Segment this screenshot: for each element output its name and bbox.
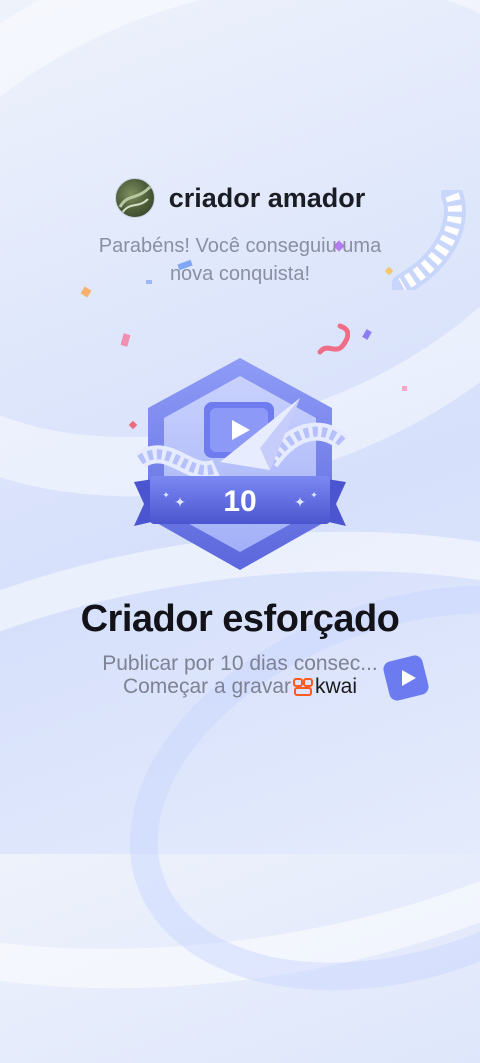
svg-text:✦: ✦ [174,494,186,510]
kwai-logo-icon [293,677,314,696]
congrats-line-2: nova conquista! [169,263,311,285]
kwai-brand-text: kwai [315,675,358,698]
user-header: criador amador [0,178,480,218]
achievement-description: Publicar por 10 dias consec... Começar a… [60,652,420,698]
badge-number: 10 [223,485,256,518]
svg-text:✦: ✦ [310,490,318,500]
achievement-title: Criador esforçado [80,598,400,640]
confetti [362,329,372,340]
congrats-message: Parabéns! Você conseguiu uma nova conqui… [60,232,420,288]
record-cta-label: Começar a gravar [122,675,292,698]
confetti [80,286,92,298]
svg-text:✦: ✦ [162,490,170,500]
congrats-line-1: Parabéns! Você conseguiu uma [98,235,382,257]
username: criador amador [168,182,366,213]
avatar[interactable] [114,178,155,218]
svg-text:✦: ✦ [294,494,306,510]
confetti [402,386,407,391]
kwai-logo: kwai [293,675,357,698]
achievement-badge-icon: 10 ✦ ✦ ✦ ✦ [134,358,349,570]
record-cta[interactable]: Começar a gravar kwai [60,675,420,698]
confetti [120,333,131,347]
achievement-requirement: Publicar por 10 dias consec... [102,652,378,675]
background-swirl [73,512,480,1063]
